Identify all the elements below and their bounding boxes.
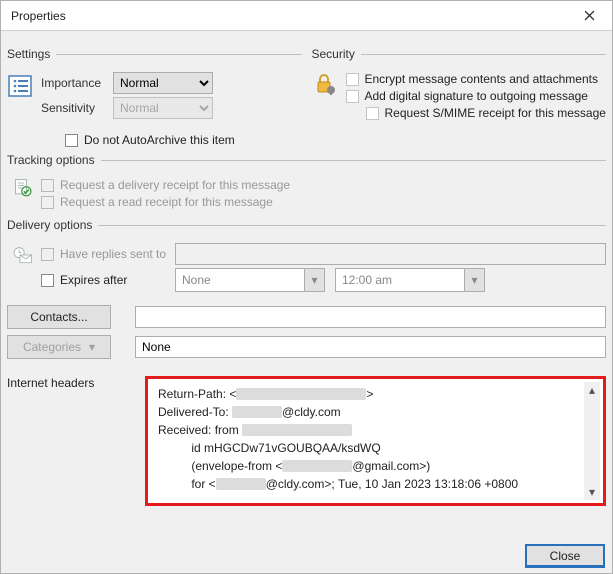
scroll-up-icon[interactable]: ▴ bbox=[584, 382, 600, 398]
receipt-icon bbox=[7, 175, 33, 201]
sign-checkbox[interactable]: Add digital signature to outgoing messag… bbox=[346, 89, 607, 103]
lock-icon bbox=[312, 71, 338, 97]
close-button[interactable]: Close bbox=[525, 544, 605, 568]
contacts-input[interactable] bbox=[135, 306, 606, 328]
window-close-button[interactable] bbox=[566, 1, 612, 30]
delivery-legend: Delivery options bbox=[7, 218, 98, 232]
encrypt-label: Encrypt message contents and attachments bbox=[365, 72, 598, 86]
chevron-down-icon: ▾ bbox=[89, 340, 95, 354]
replies-to-label: Have replies sent to bbox=[60, 247, 166, 261]
internet-headers-textarea[interactable]: Return-Path: <> Delivered-To: @cldy.com … bbox=[145, 376, 606, 506]
expires-date-value: None bbox=[182, 273, 211, 287]
internet-headers-label: Internet headers bbox=[7, 376, 135, 390]
importance-label: Importance bbox=[41, 76, 113, 90]
properties-icon bbox=[7, 73, 33, 99]
importance-select[interactable]: Normal bbox=[113, 72, 213, 94]
settings-group: Settings Importance bbox=[7, 47, 302, 122]
sensitivity-label: Sensitivity bbox=[41, 101, 113, 115]
expires-after-checkbox[interactable]: Expires after bbox=[41, 273, 165, 287]
expires-time-value: 12:00 am bbox=[342, 273, 392, 287]
contacts-button[interactable]: Contacts... bbox=[7, 305, 111, 329]
scroll-down-icon[interactable]: ▾ bbox=[584, 484, 600, 500]
expires-date-combo: None ▾ bbox=[175, 268, 325, 292]
chevron-down-icon: ▾ bbox=[304, 269, 324, 291]
expires-time-combo: 12:00 am ▾ bbox=[335, 268, 485, 292]
no-autoarchive-label: Do not AutoArchive this item bbox=[84, 133, 235, 147]
encrypt-checkbox[interactable]: Encrypt message contents and attachments bbox=[346, 72, 607, 86]
tracking-group: Tracking options Request a delivery rece… bbox=[7, 153, 606, 212]
read-receipt-label: Request a read receipt for this message bbox=[60, 195, 273, 209]
read-receipt-checkbox: Request a read receipt for this message bbox=[41, 195, 290, 209]
delivery-receipt-label: Request a delivery receipt for this mess… bbox=[60, 178, 290, 192]
chevron-down-icon: ▾ bbox=[464, 269, 484, 291]
sensitivity-select: Normal bbox=[113, 97, 213, 119]
delivery-icon bbox=[7, 242, 33, 268]
close-icon bbox=[584, 10, 595, 21]
categories-button: Categories▾ bbox=[7, 335, 111, 359]
categories-input[interactable] bbox=[135, 336, 606, 358]
headers-scrollbar[interactable]: ▴ ▾ bbox=[584, 382, 600, 500]
expires-after-label: Expires after bbox=[60, 273, 127, 287]
smime-checkbox[interactable]: Request S/MIME receipt for this message bbox=[366, 106, 607, 120]
tracking-legend: Tracking options bbox=[7, 153, 101, 167]
replies-to-checkbox: Have replies sent to bbox=[41, 247, 175, 261]
window-title: Properties bbox=[11, 9, 66, 23]
delivery-receipt-checkbox: Request a delivery receipt for this mess… bbox=[41, 178, 290, 192]
no-autoarchive-checkbox[interactable]: Do not AutoArchive this item bbox=[65, 133, 606, 147]
sign-label: Add digital signature to outgoing messag… bbox=[365, 89, 588, 103]
settings-legend: Settings bbox=[7, 47, 56, 61]
delivery-group: Delivery options Have replies sent to Ex… bbox=[7, 218, 606, 362]
security-group: Security Encrypt message contents and at… bbox=[312, 47, 607, 123]
replies-to-input bbox=[175, 243, 606, 265]
smime-label: Request S/MIME receipt for this message bbox=[385, 106, 606, 120]
security-legend: Security bbox=[312, 47, 361, 61]
